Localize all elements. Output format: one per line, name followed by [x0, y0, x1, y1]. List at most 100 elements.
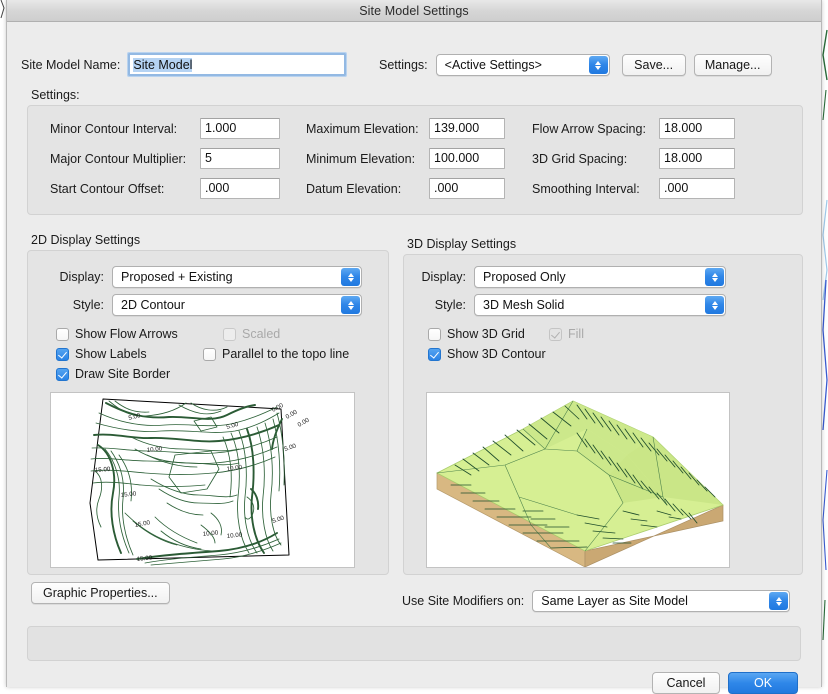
settings-field-row: 3D Grid Spacing: 18.000 [532, 148, 735, 169]
settings-field-input[interactable]: 18.000 [659, 148, 735, 169]
settings-group-caption: Settings: [31, 88, 80, 102]
checkbox-show-labels[interactable]: Show Labels [56, 347, 147, 361]
checkbox-scaled: Scaled [223, 327, 280, 341]
settings-field-label: Major Contour Multiplier: [50, 151, 187, 166]
checkbox-label: Scaled [242, 327, 281, 341]
settings-field-input[interactable]: .000 [659, 178, 735, 199]
settings-group-wrapper: Settings: Minor Contour Interval: 1.000 Ma… [27, 88, 803, 215]
preview-3d-mesh [426, 392, 730, 568]
dialog-titlebar: Site Model Settings [7, 0, 821, 22]
checkbox-show-3d-grid[interactable]: Show 3D Grid [428, 327, 525, 341]
settings-preset-label: Settings: [379, 58, 428, 72]
settings-field-value: .000 [434, 181, 459, 195]
settings-field-label: Start Contour Offset: [50, 181, 165, 196]
cancel-button[interactable]: Cancel [652, 672, 720, 694]
checkbox-fill: Fill [549, 327, 584, 341]
display-3d-display-popup[interactable]: Proposed Only [474, 266, 726, 288]
checkbox-box[interactable] [56, 327, 69, 341]
display-2d-caption: 2D Display Settings [31, 233, 141, 247]
checkbox-box[interactable] [56, 347, 69, 361]
settings-field-input[interactable]: 100.000 [429, 148, 505, 169]
manage-button[interactable]: Manage... [693, 54, 772, 76]
settings-field-input[interactable]: 5 [200, 148, 280, 169]
chevron-updown-icon[interactable] [588, 56, 608, 74]
display-2d-wrapper: 2D Display Settings Display: Proposed + … [27, 233, 389, 575]
checkbox-box[interactable] [428, 327, 441, 341]
checkbox-label: Show 3D Grid [447, 327, 525, 341]
site-modifiers-value: Same Layer as Site Model [541, 594, 688, 608]
settings-field-value: 100.000 [434, 151, 480, 165]
settings-field-row: Maximum Elevation: 139.000 [306, 118, 505, 139]
settings-field-value: 18.000 [664, 121, 703, 135]
settings-preset-value: <Active Settings> [444, 58, 542, 72]
contour-label: 5.00 [283, 442, 297, 453]
display-2d-display-label: Display: [59, 270, 104, 284]
settings-field-input[interactable]: .000 [429, 178, 505, 199]
save-button[interactable]: Save... [621, 54, 686, 76]
checkbox-box[interactable] [428, 347, 441, 361]
contour-label: 0.00 [285, 408, 299, 420]
chevron-updown-icon[interactable] [341, 268, 360, 286]
name-row: Site Model Name: Site Model [21, 52, 348, 77]
checkbox-show-flow-arrows[interactable]: Show Flow Arrows [56, 327, 178, 341]
settings-field-label: Minimum Elevation: [306, 151, 416, 166]
display-3d-style-label: Style: [434, 298, 466, 312]
display-2d-display-row: Display: Proposed + Existing [52, 266, 362, 288]
dialog-title: Site Model Settings [359, 3, 469, 18]
site-modifiers-popup[interactable]: Same Layer as Site Model [532, 590, 791, 612]
preview-2d-contour: 5.00 0.00 0.00 0.00 10.00 5.00 5.00 15.00 10.00 1… [50, 392, 355, 568]
settings-field-label: 3D Grid Spacing: [532, 151, 628, 166]
settings-field-row: Minor Contour Interval: 1.000 [50, 118, 280, 139]
settings-field-value: 18.000 [664, 151, 703, 165]
display-2d-style-value: 2D Contour [121, 298, 185, 312]
chevron-updown-icon[interactable] [705, 268, 724, 286]
settings-field-row: Minimum Elevation: 100.000 [306, 148, 505, 169]
settings-preset-popup[interactable]: <Active Settings> [435, 54, 610, 76]
checkbox-parallel-to-topo-line[interactable]: Parallel to the topo line [203, 347, 349, 361]
settings-field-label: Minor Contour Interval: [50, 121, 178, 136]
settings-field-input[interactable]: 139.000 [429, 118, 505, 139]
settings-group: Minor Contour Interval: 1.000 Major Contou… [27, 105, 803, 215]
display-3d-display-row: Display: Proposed Only [414, 266, 726, 288]
contour-label: 0.00 [297, 416, 311, 428]
display-2d-display-popup[interactable]: Proposed + Existing [112, 266, 362, 288]
graphic-properties-button[interactable]: Graphic Properties... [31, 582, 170, 604]
chevron-updown-icon[interactable] [341, 296, 360, 314]
settings-preset-row: Settings: <Active Settings> Save... Mana… [379, 54, 772, 76]
display-3d-wrapper: 3D Display Settings Display: Proposed On… [403, 237, 803, 575]
chevron-updown-icon[interactable] [705, 296, 724, 314]
checkbox-label: Draw Site Border [75, 367, 171, 381]
site-modifiers-label: Use Site Modifiers on: [402, 594, 525, 608]
settings-field-label: Datum Elevation: [306, 181, 402, 196]
ok-button[interactable]: OK [728, 672, 798, 694]
site-model-settings-dialog: Site Model Settings Site Model Name: Sit… [6, 0, 822, 694]
settings-field-value: .000 [664, 181, 689, 195]
display-3d-style-popup[interactable]: 3D Mesh Solid [474, 294, 726, 316]
status-panel [27, 626, 801, 661]
site-model-name-value: Site Model [133, 58, 193, 72]
settings-field-row: Datum Elevation: .000 [306, 178, 505, 199]
checkbox-box[interactable] [203, 347, 216, 361]
settings-field-input[interactable]: .000 [200, 178, 280, 199]
backdrop-drawing-right [822, 29, 828, 641]
chevron-updown-icon[interactable] [769, 592, 789, 610]
display-2d-style-label: Style: [72, 298, 104, 312]
site-model-name-label: Site Model Name: [21, 57, 121, 72]
settings-field-input[interactable]: 1.000 [200, 118, 280, 139]
display-3d-display-value: Proposed Only [483, 270, 566, 284]
checkbox-label: Fill [568, 327, 584, 341]
checkbox-label: Parallel to the topo line [222, 347, 350, 361]
settings-field-input[interactable]: 18.000 [659, 118, 735, 139]
contour-map-svg: 5.000.000.000.0010.005.005.0015.00 10.001… [89, 398, 311, 566]
site-modifiers-row: Use Site Modifiers on: Same Layer as Sit… [402, 590, 791, 612]
checkbox-box [223, 327, 236, 341]
display-2d-style-popup[interactable]: 2D Contour [112, 294, 362, 316]
checkbox-draw-site-border[interactable]: Draw Site Border [56, 367, 170, 381]
checkbox-label: Show Labels [75, 347, 147, 361]
contour-label: 15.00 [95, 466, 111, 474]
checkbox-label: Show 3D Contour [447, 347, 546, 361]
settings-field-label: Smoothing Interval: [532, 181, 640, 196]
site-model-name-input[interactable]: Site Model [127, 52, 348, 77]
checkbox-box[interactable] [56, 367, 69, 381]
checkbox-show-3d-contour[interactable]: Show 3D Contour [428, 347, 546, 361]
